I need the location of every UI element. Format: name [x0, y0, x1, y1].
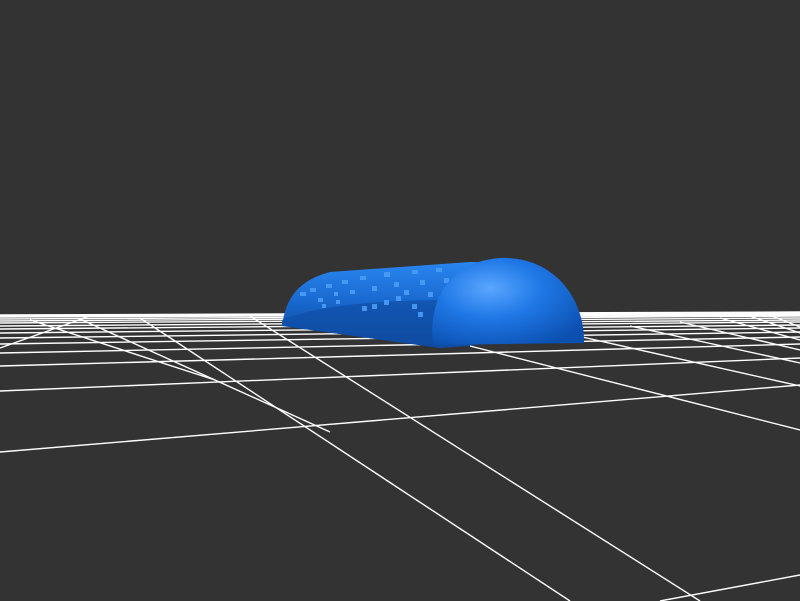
- 3d-viewport[interactable]: [0, 0, 800, 601]
